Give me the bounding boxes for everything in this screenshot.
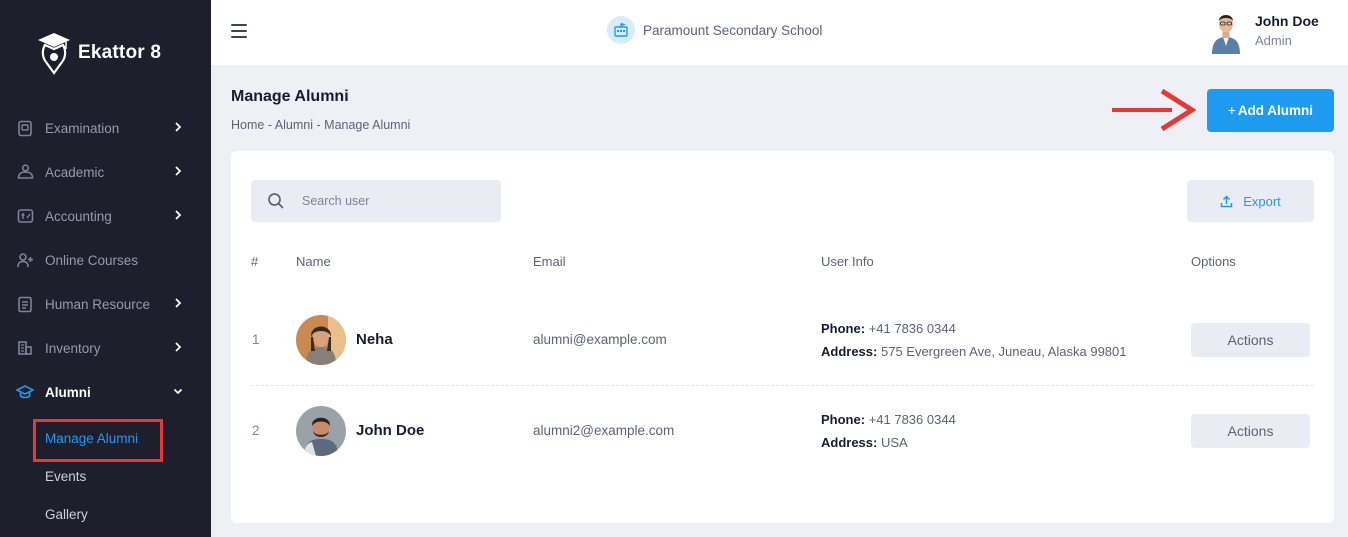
table-header-options: Options bbox=[1191, 254, 1236, 269]
sidebar-item-label: Alumni bbox=[45, 384, 91, 400]
document-icon bbox=[16, 295, 34, 313]
user-menu[interactable]: John Doe Admin bbox=[1209, 8, 1319, 54]
search-icon bbox=[268, 193, 284, 209]
address-label: Address: bbox=[821, 344, 878, 359]
accounting-icon bbox=[16, 207, 34, 225]
row-user-info: Phone: +41 7836 0344 Address: 575 Evergr… bbox=[821, 317, 1127, 363]
search-input[interactable] bbox=[302, 194, 472, 208]
row-email: alumni@example.com bbox=[533, 332, 667, 347]
table-header-user-info: User Info bbox=[821, 254, 874, 269]
chevron-right-icon bbox=[175, 166, 182, 176]
avatar bbox=[296, 406, 346, 456]
sidebar-nav: Examination Academic Accounting Online C… bbox=[0, 106, 211, 414]
chevron-right-icon bbox=[175, 342, 182, 352]
row-divider bbox=[251, 385, 1314, 386]
alumni-card: Export # Name Email User Info Options 1 … bbox=[231, 151, 1334, 523]
row-user-info: Phone: +41 7836 0344 Address: USA bbox=[821, 408, 956, 454]
plus-icon: + bbox=[1227, 103, 1236, 118]
sidebar-item-label: Examination bbox=[45, 120, 120, 136]
sidebar-subitem-events[interactable]: Events bbox=[45, 469, 86, 484]
academic-icon bbox=[16, 163, 34, 181]
hamburger-menu-icon[interactable] bbox=[231, 24, 247, 38]
breadcrumb-home[interactable]: Home bbox=[231, 118, 264, 132]
sidebar-item-label: Academic bbox=[45, 164, 105, 180]
highlight-box bbox=[33, 419, 163, 462]
table-header-email: Email bbox=[533, 254, 566, 269]
sidebar-item-label: Human Resource bbox=[45, 296, 151, 312]
phone-label: Phone: bbox=[821, 321, 866, 336]
row-address: USA bbox=[880, 435, 908, 450]
row-number: 1 bbox=[252, 332, 260, 347]
user-plus-icon bbox=[16, 251, 34, 269]
sidebar-item-examination[interactable]: Examination bbox=[0, 106, 211, 150]
sidebar-item-label: Accounting bbox=[45, 208, 112, 224]
row-name: John Doe bbox=[356, 422, 425, 439]
sidebar-subitem-gallery[interactable]: Gallery bbox=[45, 507, 88, 522]
breadcrumb: Home - Alumni - Manage Alumni bbox=[231, 118, 410, 132]
row-name: Neha bbox=[356, 331, 393, 348]
brand-name: Ekattor 8 bbox=[78, 42, 162, 63]
page-title: Manage Alumni bbox=[231, 88, 349, 105]
chevron-right-icon bbox=[175, 298, 182, 308]
school-name: Paramount Secondary School bbox=[643, 22, 823, 38]
sidebar-item-alumni[interactable]: Alumni bbox=[0, 370, 211, 414]
school-selector[interactable]: Paramount Secondary School bbox=[607, 16, 822, 44]
export-button[interactable]: Export bbox=[1187, 180, 1314, 222]
sidebar-item-academic[interactable]: Academic bbox=[0, 150, 211, 194]
arrow-right-icon bbox=[1112, 88, 1196, 132]
add-alumni-label: Add Alumni bbox=[1237, 103, 1314, 118]
sidebar-item-human-resource[interactable]: Human Resource bbox=[0, 282, 211, 326]
actions-button[interactable]: Actions bbox=[1191, 323, 1310, 357]
school-logo-icon bbox=[607, 16, 635, 44]
table-header-name: Name bbox=[296, 254, 331, 269]
breadcrumb-alumni[interactable]: Alumni bbox=[275, 118, 313, 132]
breadcrumb-separator: - bbox=[316, 118, 321, 132]
phone-label: Phone: bbox=[821, 412, 866, 427]
chevron-down-icon bbox=[173, 388, 183, 395]
avatar bbox=[1209, 8, 1243, 54]
row-email: alumni2@example.com bbox=[533, 423, 675, 438]
export-label: Export bbox=[1243, 193, 1281, 209]
graduation-cap-icon bbox=[16, 383, 34, 401]
building-icon bbox=[16, 339, 34, 357]
sidebar: Ekattor 8 Examination Academic Accountin… bbox=[0, 0, 211, 537]
user-role: Admin bbox=[1255, 33, 1292, 48]
topbar: Paramount Secondary School John Doe Admi… bbox=[211, 0, 1348, 65]
sidebar-item-inventory[interactable]: Inventory bbox=[0, 326, 211, 370]
add-alumni-button[interactable]: + Add Alumni bbox=[1207, 89, 1334, 132]
user-name: John Doe bbox=[1255, 13, 1319, 29]
address-label: Address: bbox=[821, 435, 878, 450]
brand[interactable]: Ekattor 8 bbox=[36, 30, 161, 76]
actions-button[interactable]: Actions bbox=[1191, 414, 1310, 448]
chevron-right-icon bbox=[175, 210, 182, 220]
row-address: 575 Evergreen Ave, Juneau, Alaska 99801 bbox=[880, 344, 1127, 359]
sidebar-item-online-courses[interactable]: Online Courses bbox=[0, 238, 211, 282]
sidebar-item-accounting[interactable]: Accounting bbox=[0, 194, 211, 238]
avatar bbox=[296, 315, 346, 365]
row-phone: +41 7836 0344 bbox=[868, 412, 956, 427]
search-box[interactable] bbox=[251, 180, 501, 222]
sidebar-item-label: Inventory bbox=[45, 340, 101, 356]
graduation-pin-logo-icon bbox=[38, 33, 70, 75]
upload-icon bbox=[1220, 194, 1233, 207]
table-header-index: # bbox=[251, 254, 259, 269]
sidebar-item-label: Online Courses bbox=[45, 252, 139, 268]
chevron-right-icon bbox=[175, 122, 182, 132]
row-number: 2 bbox=[252, 423, 260, 438]
exam-icon bbox=[16, 119, 34, 137]
breadcrumb-current: Manage Alumni bbox=[324, 118, 411, 132]
breadcrumb-separator: - bbox=[267, 118, 272, 132]
row-phone: +41 7836 0344 bbox=[868, 321, 956, 336]
